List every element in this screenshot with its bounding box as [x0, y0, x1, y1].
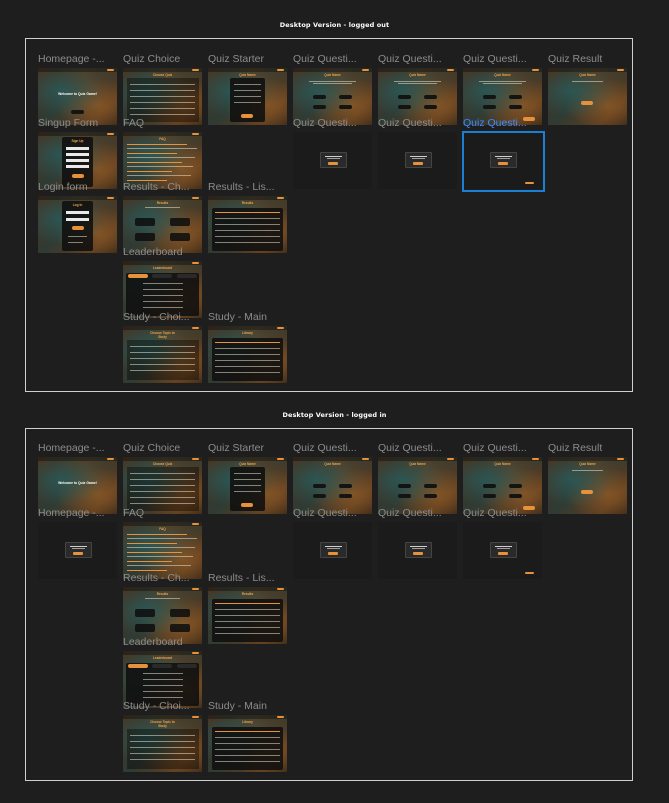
- frame-label: Homepage -...: [38, 53, 105, 65]
- frame-thumbnail: [293, 522, 372, 579]
- frame-label: Homepage -...: [38, 442, 105, 454]
- frame-label: Quiz Choice: [123, 53, 181, 65]
- frame-label: Quiz Questi...: [293, 442, 357, 454]
- thumbnail-heading: Choose Topic to Study: [150, 720, 175, 728]
- frame-thumbnail: Log In: [38, 196, 117, 253]
- thumbnail-heading: Quiz Name: [494, 462, 511, 466]
- frame-label: Quiz Result: [548, 53, 603, 65]
- frame-label: Quiz Questi...: [378, 507, 442, 519]
- frame-label: FAQ: [123, 117, 145, 129]
- thumbnail-heading: Quiz Name: [324, 462, 341, 466]
- frame-thumbnail: [463, 522, 542, 579]
- thumbnail-heading: Welcome to Quiz Game!: [58, 481, 97, 485]
- frame-thumbnail: Results: [208, 196, 287, 253]
- frame-thumbnail: [378, 132, 457, 189]
- section-logged-in[interactable]: Homepage -... Welcome to Quiz Game! Quiz…: [25, 428, 633, 781]
- frame-label: Quiz Questi...: [463, 507, 527, 519]
- frame-label: Singup Form: [38, 117, 99, 129]
- frame-thumbnail: Library: [208, 715, 287, 772]
- frame-thumbnail: Quiz Name: [378, 457, 457, 514]
- frame-thumbnail: [38, 522, 117, 579]
- section-title-logged-out: Desktop Version - logged out: [279, 21, 390, 29]
- thumbnail-heading: Welcome to Quiz Game!: [58, 92, 97, 96]
- frame-label: Quiz Questi...: [463, 53, 527, 65]
- thumbnail-heading: Leaderboard: [152, 266, 173, 270]
- thumbnail-heading: FAQ: [159, 527, 166, 531]
- thumbnail-heading: Choose Topic to Study: [150, 331, 175, 339]
- frame-label: Quiz Questi...: [463, 117, 527, 129]
- frame-thumbnail: Results: [208, 587, 287, 644]
- frame-label: Results - Ch...: [123, 572, 190, 584]
- frame-label: Study - Main: [208, 311, 267, 323]
- frame-thumbnail: Library: [208, 326, 287, 383]
- frame-label: Results - Lis...: [208, 572, 275, 584]
- frame-label: Leaderboard: [123, 636, 183, 648]
- frame-label: Quiz Questi...: [378, 442, 442, 454]
- thumbnail-heading: Quiz Name: [324, 73, 341, 77]
- frame-label: Quiz Choice: [123, 442, 181, 454]
- frame-thumbnail: Quiz Name: [548, 68, 627, 125]
- frame-thumbnail: FAQ: [123, 522, 202, 579]
- thumbnail-heading: Leaderboard: [152, 656, 173, 660]
- thumbnail-heading: Results: [156, 201, 169, 205]
- thumbnail-heading: Quiz Name: [409, 462, 426, 466]
- frame-label: FAQ: [123, 507, 145, 519]
- frame-label: Quiz Questi...: [378, 53, 442, 65]
- thumbnail-heading: Results: [156, 592, 169, 596]
- frame-thumbnail: [378, 522, 457, 579]
- thumbnail-heading: Sign Up: [71, 139, 84, 143]
- section-title-logged-in: Desktop Version - logged in: [282, 411, 387, 419]
- frame-label: Homepage -...: [38, 507, 105, 519]
- thumbnail-heading: Log In: [72, 203, 83, 207]
- frame-label: Study - Main: [208, 700, 267, 712]
- thumbnail-heading: Library: [242, 331, 253, 335]
- frame-thumbnail: Choose Quiz: [123, 457, 202, 514]
- frame-label: Results - Ch...: [123, 181, 190, 193]
- thumbnail-heading: Quiz Name: [579, 73, 596, 77]
- frame-thumbnail: Quiz Name: [208, 457, 287, 514]
- thumbnail-heading: Library: [242, 720, 253, 724]
- thumbnail-heading: Quiz Name: [239, 462, 256, 466]
- frame-label: Study - Choi...: [123, 311, 190, 323]
- thumbnail-heading: Results: [241, 201, 254, 205]
- thumbnail-heading: Quiz Name: [239, 73, 256, 77]
- thumbnail-heading: Choose Quiz: [152, 73, 173, 77]
- frame-thumbnail: Choose Topic to Study: [123, 326, 202, 383]
- frame-label: Results - Lis...: [208, 181, 275, 193]
- frame-thumbnail: Quiz Name: [293, 457, 372, 514]
- frame-label: Study - Choi...: [123, 700, 190, 712]
- thumbnail-heading: Quiz Name: [494, 73, 511, 77]
- frame-thumbnail: Choose Topic to Study: [123, 715, 202, 772]
- thumbnail-heading: Choose Quiz: [152, 462, 173, 466]
- frame-label: Quiz Starter: [208, 53, 265, 65]
- frame-thumbnail: Results: [123, 196, 202, 253]
- frame-thumbnail: Leaderboard: [123, 261, 202, 318]
- frame-thumbnail: Quiz Name: [208, 68, 287, 125]
- selection-outline: [462, 131, 545, 192]
- section-logged-out[interactable]: Homepage -... Welcome to Quiz Game! Quiz…: [25, 38, 633, 392]
- frame-label: Quiz Questi...: [293, 53, 357, 65]
- frame-label: Quiz Questi...: [378, 117, 442, 129]
- frame-label: Quiz Starter: [208, 442, 265, 454]
- thumbnail-heading: Quiz Name: [579, 462, 596, 466]
- frame-thumbnail: Quiz Name: [548, 457, 627, 514]
- frame-thumbnail: Welcome to Quiz Game!: [38, 457, 117, 514]
- frame-thumbnail: Quiz Name: [463, 457, 542, 514]
- frame-label: Quiz Questi...: [463, 442, 527, 454]
- frame-label: Quiz Questi...: [293, 507, 357, 519]
- frame-thumbnail: [293, 132, 372, 189]
- frame-label: Quiz Result: [548, 442, 603, 454]
- thumbnail-heading: Results: [241, 592, 254, 596]
- frame-label: Leaderboard: [123, 246, 183, 258]
- frame-label: Quiz Questi...: [293, 117, 357, 129]
- frame-label: Login form: [38, 181, 88, 193]
- thumbnail-heading: FAQ: [159, 137, 166, 141]
- thumbnail-heading: Quiz Name: [409, 73, 426, 77]
